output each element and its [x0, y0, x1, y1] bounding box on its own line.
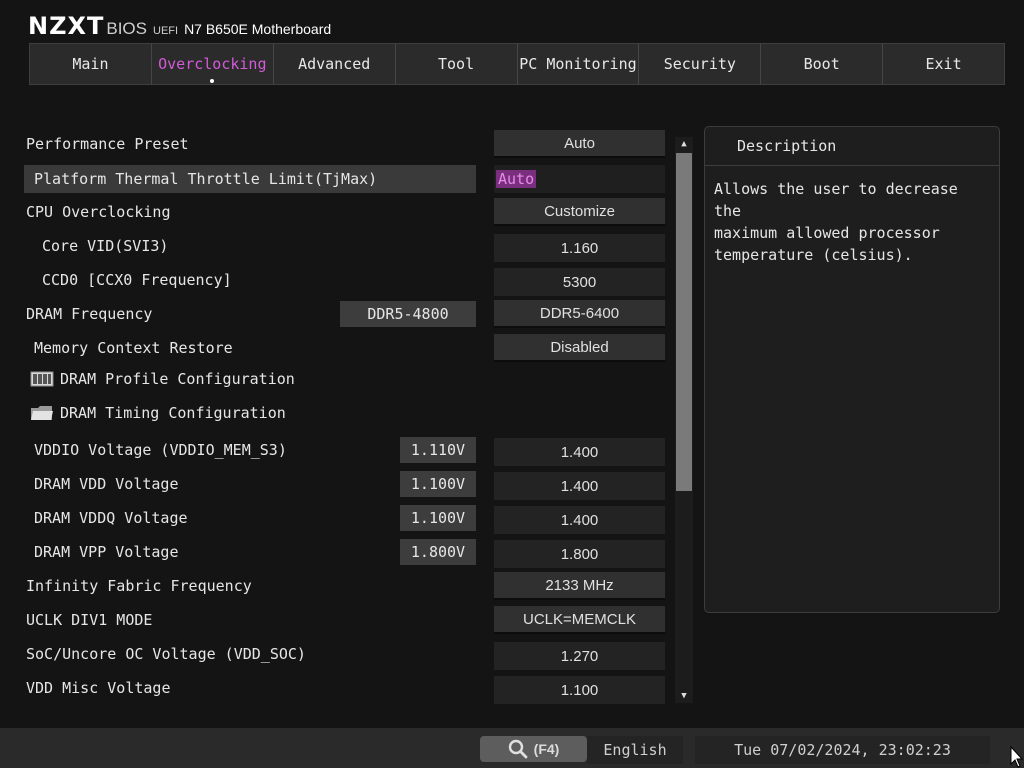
- tab-security[interactable]: Security: [639, 44, 762, 84]
- tab-advanced[interactable]: Advanced: [274, 44, 396, 84]
- setting-ccd0-frequency[interactable]: CCD0 [CCX0 Frequency]: [24, 266, 476, 294]
- scrollbar-thumb[interactable]: [676, 153, 692, 491]
- dram-vddq-voltage-input[interactable]: 1.400: [494, 506, 665, 534]
- setting-performance-preset[interactable]: Performance Preset: [24, 130, 476, 158]
- dram-vpp-voltage-input[interactable]: 1.800: [494, 540, 665, 568]
- setting-label: CPU Overclocking: [26, 203, 171, 221]
- setting-uclk-div1-mode[interactable]: UCLK DIV1 MODE: [24, 606, 476, 634]
- language-selector[interactable]: English: [587, 736, 683, 764]
- infinity-fabric-dropdown[interactable]: 2133 MHz: [494, 572, 665, 600]
- search-button[interactable]: (F4): [480, 736, 587, 762]
- setting-label: Infinity Fabric Frequency: [26, 577, 252, 595]
- tab-exit[interactable]: Exit: [883, 44, 1004, 84]
- scroll-down-arrow-icon[interactable]: ▼: [675, 689, 693, 703]
- nzxt-logo: NZXT: [28, 12, 105, 40]
- search-shortcut-label: (F4): [533, 741, 560, 757]
- description-title: Description: [705, 127, 999, 166]
- folder-icon: [24, 403, 54, 423]
- setting-label: Performance Preset: [26, 135, 189, 153]
- setting-vdd-misc-voltage[interactable]: VDD Misc Voltage: [24, 674, 476, 702]
- search-icon: [508, 739, 528, 759]
- bios-label: BIOS: [106, 19, 147, 38]
- tab-tool[interactable]: Tool: [396, 44, 518, 84]
- setting-label: DRAM VDD Voltage: [34, 475, 179, 493]
- setting-label: SoC/Uncore OC Voltage (VDD_SOC): [26, 645, 306, 663]
- setting-label: Core VID(SVI3): [42, 237, 169, 255]
- tab-pc-monitoring[interactable]: PC Monitoring: [518, 44, 640, 84]
- setting-infinity-fabric-frequency[interactable]: Infinity Fabric Frequency: [24, 572, 476, 600]
- uclk-mode-dropdown[interactable]: UCLK=MEMCLK: [494, 606, 665, 634]
- setting-label: Platform Thermal Throttle Limit(TjMax): [34, 170, 378, 188]
- dram-vpp-current: 1.800V: [400, 539, 476, 565]
- scroll-up-arrow-icon[interactable]: ▲: [675, 137, 693, 151]
- soc-voltage-input[interactable]: 1.270: [494, 642, 665, 670]
- date-time-display[interactable]: Tue 07/02/2024, 23:02:23: [695, 736, 990, 764]
- setting-dram-vpp-voltage[interactable]: DRAM VPP Voltage 1.800V: [24, 538, 476, 566]
- setting-dram-frequency[interactable]: DRAM Frequency DDR5-4800: [24, 300, 476, 328]
- setting-dram-vddq-voltage[interactable]: DRAM VDDQ Voltage 1.100V: [24, 504, 476, 532]
- mouse-cursor-icon: [1010, 746, 1024, 768]
- dram-vddq-current: 1.100V: [400, 505, 476, 531]
- setting-label: UCLK DIV1 MODE: [26, 611, 153, 629]
- setting-label: VDD Misc Voltage: [26, 679, 171, 697]
- bios-brand: NZXT BIOS UEFI N7 B650E Motherboard: [28, 12, 331, 40]
- setting-memory-context-restore[interactable]: Memory Context Restore: [24, 334, 476, 362]
- submenu-label: DRAM Timing Configuration: [60, 404, 286, 422]
- tab-overclocking[interactable]: Overclocking: [152, 44, 274, 84]
- cpu-overclocking-dropdown[interactable]: Customize: [494, 198, 665, 226]
- memory-module-icon: [24, 369, 54, 389]
- settings-scrollbar[interactable]: ▲ ▼: [675, 137, 693, 703]
- main-tab-bar: Main Overclocking Advanced Tool PC Monit…: [29, 43, 1005, 85]
- tab-boot[interactable]: Boot: [761, 44, 884, 84]
- setting-label: Memory Context Restore: [34, 339, 233, 357]
- setting-thermal-throttle-limit[interactable]: Platform Thermal Throttle Limit(TjMax): [24, 165, 476, 193]
- thermal-limit-input[interactable]: Auto: [494, 165, 665, 193]
- setting-dram-vdd-voltage[interactable]: DRAM VDD Voltage 1.100V: [24, 470, 476, 498]
- dram-vdd-current: 1.100V: [400, 471, 476, 497]
- vddio-current: 1.110V: [400, 437, 476, 463]
- description-panel: Description Allows the user to decrease …: [704, 126, 1000, 613]
- vddio-voltage-input[interactable]: 1.400: [494, 438, 665, 466]
- setting-label: DRAM VDDQ Voltage: [34, 509, 188, 527]
- memory-context-dropdown[interactable]: Disabled: [494, 334, 665, 362]
- setting-cpu-overclocking[interactable]: CPU Overclocking: [24, 198, 476, 226]
- dram-vdd-voltage-input[interactable]: 1.400: [494, 472, 665, 500]
- motherboard-model: N7 B650E Motherboard: [184, 21, 332, 37]
- ccd0-frequency-input[interactable]: 5300: [494, 268, 665, 296]
- setting-soc-uncore-oc-voltage[interactable]: SoC/Uncore OC Voltage (VDD_SOC): [24, 640, 476, 668]
- submenu-dram-profile-configuration[interactable]: DRAM Profile Configuration: [24, 365, 476, 393]
- uefi-label: UEFI: [153, 25, 179, 37]
- setting-label: VDDIO Voltage (VDDIO_MEM_S3): [34, 441, 287, 459]
- setting-core-vid[interactable]: Core VID(SVI3): [24, 232, 476, 260]
- performance-preset-dropdown[interactable]: Auto: [494, 130, 665, 158]
- setting-label: CCD0 [CCX0 Frequency]: [42, 271, 232, 289]
- setting-vddio-voltage[interactable]: VDDIO Voltage (VDDIO_MEM_S3) 1.110V: [24, 436, 476, 464]
- submenu-dram-timing-configuration[interactable]: DRAM Timing Configuration: [24, 399, 476, 427]
- description-text: Allows the user to decrease the maximum …: [714, 180, 958, 264]
- setting-label: DRAM Frequency: [26, 305, 153, 323]
- dram-frequency-dropdown[interactable]: DDR5-6400: [494, 300, 665, 328]
- thermal-limit-value: Auto: [496, 170, 537, 188]
- dram-frequency-current: DDR5-4800: [340, 301, 476, 327]
- submenu-label: DRAM Profile Configuration: [60, 370, 295, 388]
- setting-label: DRAM VPP Voltage: [34, 543, 179, 561]
- vdd-misc-voltage-input[interactable]: 1.100: [494, 676, 665, 704]
- core-vid-input[interactable]: 1.160: [494, 234, 665, 262]
- bottom-bar: (F4) English Tue 07/02/2024, 23:02:23: [0, 728, 1024, 768]
- tab-main[interactable]: Main: [30, 44, 152, 84]
